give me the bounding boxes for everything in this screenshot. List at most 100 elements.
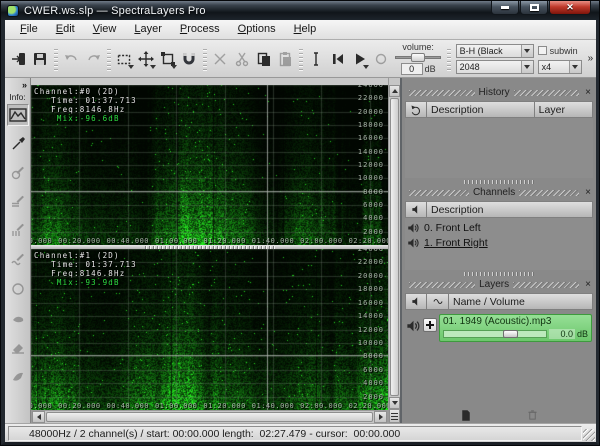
close-button[interactable]: ✕ (549, 1, 591, 15)
delete-button[interactable] (210, 45, 232, 72)
channel-row-front-right[interactable]: 1. Front Right (405, 235, 593, 250)
redo-button[interactable] (82, 45, 104, 72)
history-header: Description Layer (405, 101, 593, 118)
fft-size-select[interactable]: 2048 (456, 60, 534, 74)
pick-tool[interactable] (7, 133, 29, 155)
scroll-down-arrow[interactable] (389, 397, 400, 409)
channels-description-column[interactable]: Description (427, 201, 593, 218)
chevron-down-icon[interactable] (521, 45, 533, 57)
tool-panel-expand-button[interactable]: » (22, 80, 27, 90)
channels-mute-column[interactable] (405, 201, 427, 218)
menu-edit[interactable]: Edit (47, 20, 84, 39)
layers-name-column[interactable]: Name / Volume (449, 293, 593, 310)
speaker-on-icon[interactable] (406, 319, 421, 333)
display-info-tool[interactable] (7, 104, 29, 126)
layer-volume-thumb[interactable] (503, 330, 518, 338)
undo-button[interactable] (61, 45, 83, 72)
resize-grip[interactable] (583, 429, 595, 441)
spectrogram-channel-0[interactable]: Channel:#0 (2D) Time: 01:37.713 Freq:814… (31, 85, 388, 245)
history-list[interactable] (405, 118, 593, 178)
vertical-scrollbar[interactable] (388, 78, 400, 423)
chevron-down-icon[interactable] (569, 61, 581, 73)
open-button[interactable] (8, 45, 30, 72)
spectrogram-channel-1[interactable]: Channel:#1 (2D) Time: 01:37.713 Freq:814… (31, 249, 388, 410)
time-cursor-button[interactable] (306, 45, 328, 72)
channels-panel-title[interactable]: Channels × (405, 186, 593, 199)
volume-slider[interactable] (395, 53, 441, 62)
channel-1-info-overlay: Channel:#1 (2D) Time: 01:37.713 Freq:814… (34, 251, 137, 287)
layer-volume-slider[interactable] (443, 330, 547, 338)
scroll-right-arrow[interactable] (374, 411, 387, 423)
pen-bars-icon (10, 223, 26, 239)
time-tick-label: 01:40.000 (252, 237, 294, 245)
menu-options[interactable]: Options (229, 20, 285, 39)
layers-wave-column[interactable] (427, 293, 449, 310)
volume-slider-thumb[interactable] (411, 53, 425, 62)
scroll-left-arrow[interactable] (32, 411, 45, 423)
save-button[interactable] (30, 45, 52, 72)
freq-tick-label: 12000 (358, 326, 384, 334)
horizontal-scrollbar-thumb[interactable] (46, 412, 373, 422)
menu-help[interactable]: Help (285, 20, 326, 39)
minimize-button[interactable] (491, 1, 519, 15)
history-layer-column[interactable]: Layer (535, 101, 593, 118)
freq-tick-label: 10000 (358, 339, 384, 347)
channels-list: 0. Front Left 1. Front Right (405, 218, 593, 270)
volume-value-field[interactable]: 0 (401, 63, 423, 75)
channels-resize-handle[interactable] (405, 270, 593, 278)
frequency-pen-tool[interactable] (7, 191, 29, 213)
harmonics-pen-tool[interactable] (7, 162, 29, 184)
vertical-scrollbar-thumb[interactable] (390, 98, 399, 396)
layers-panel-title[interactable]: Layers × (405, 278, 593, 291)
paste-button[interactable] (274, 45, 296, 72)
history-panel-title[interactable]: History × (405, 86, 593, 99)
eraser-tool[interactable] (7, 336, 29, 358)
horizontal-scrollbar[interactable] (31, 410, 388, 424)
new-layer-button[interactable] (457, 408, 475, 422)
toolbar-overflow-button[interactable]: » (588, 53, 594, 64)
subwin-checkbox[interactable] (538, 46, 547, 55)
history-undo-column[interactable] (405, 101, 427, 118)
history-description-column[interactable]: Description (427, 101, 535, 118)
delete-layer-button[interactable] (523, 408, 541, 422)
time-pen-tool[interactable] (7, 220, 29, 242)
record-button[interactable] (370, 45, 392, 72)
menu-view[interactable]: View (84, 20, 126, 39)
go-to-start-button[interactable] (327, 45, 349, 72)
right-dock: History × Description Layer (400, 78, 596, 423)
time-readout: Time: 01:37.713 (34, 96, 137, 105)
play-button[interactable] (349, 45, 371, 72)
clone-tool[interactable] (7, 365, 29, 387)
cut-button[interactable] (231, 45, 253, 72)
close-history-panel-button[interactable]: × (583, 88, 593, 98)
history-resize-handle[interactable] (405, 178, 593, 186)
toolbar-separator (299, 47, 302, 71)
close-layers-panel-button[interactable]: × (583, 280, 593, 290)
scroll-up-arrow[interactable] (389, 85, 400, 97)
transform-tool-button[interactable] (157, 45, 179, 72)
layer-item-selected[interactable]: 01. 1949 (Acoustic).mp3 0.0 dB (439, 314, 592, 342)
close-channels-panel-button[interactable]: × (583, 188, 593, 198)
rectangle-select-button[interactable] (114, 45, 136, 72)
save-icon (32, 51, 48, 67)
menu-layer[interactable]: Layer (125, 20, 171, 39)
layer-row[interactable]: 01. 1949 (Acoustic).mp3 0.0 dB (405, 310, 593, 342)
channel-row-front-left[interactable]: 0. Front Left (405, 220, 593, 235)
menu-file[interactable]: File (11, 20, 47, 39)
area-selection-tool[interactable] (7, 278, 29, 300)
fft-window-select[interactable]: B-H (Black (456, 44, 534, 58)
noise-pen-tool[interactable] (7, 249, 29, 271)
layer-add-button[interactable] (423, 318, 437, 332)
menu-process[interactable]: Process (171, 20, 229, 39)
view-layout-button[interactable] (389, 409, 400, 423)
undo-icon (410, 104, 422, 116)
snap-tool-button[interactable] (178, 45, 200, 72)
chevron-down-icon[interactable] (521, 61, 533, 73)
maximize-button[interactable] (520, 1, 548, 15)
move-tool-button[interactable] (135, 45, 157, 72)
title-bar[interactable]: CWER.ws.slp — SpectraLayers Pro ✕ (1, 1, 599, 20)
layers-mute-column[interactable] (405, 293, 427, 310)
copy-button[interactable] (253, 45, 275, 72)
zoom-factor-select[interactable]: x4 (538, 60, 582, 74)
smudge-tool[interactable] (7, 307, 29, 329)
